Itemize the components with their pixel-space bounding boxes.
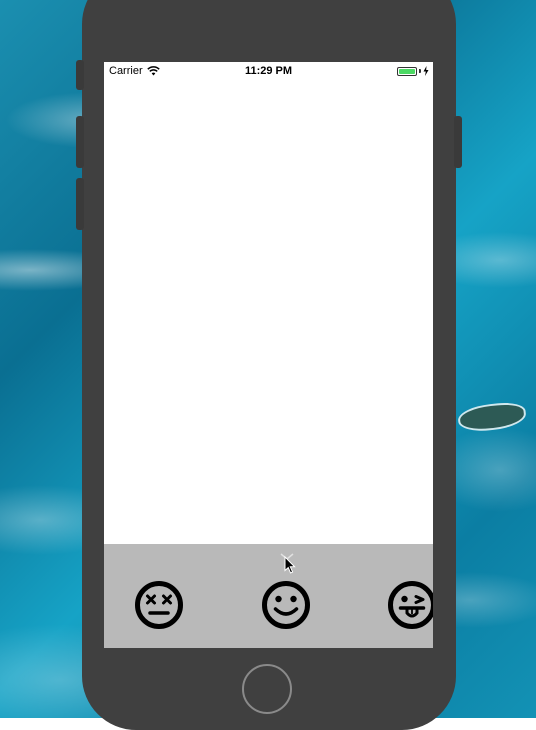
battery-icon: [397, 66, 417, 76]
power-button[interactable]: [454, 116, 462, 168]
status-time: 11:29 PM: [244, 65, 293, 77]
home-button[interactable]: [242, 664, 292, 714]
smiling-face-icon[interactable]: [261, 580, 311, 630]
volume-up-button[interactable]: [76, 116, 84, 168]
status-bar: Carrier 11:29 PM: [104, 62, 433, 82]
volume-down-button[interactable]: [76, 178, 84, 230]
battery-level-fill: [399, 68, 415, 74]
mute-switch[interactable]: [76, 60, 84, 90]
battery-tip: [419, 69, 421, 73]
emoji-bottom-panel[interactable]: [104, 544, 433, 648]
dizzy-face-icon[interactable]: [134, 580, 184, 630]
tongue-out-face-icon[interactable]: [387, 580, 433, 630]
mouse-cursor-icon: [284, 556, 296, 574]
wallpaper-island: [456, 400, 528, 434]
charging-bolt-icon: [423, 66, 429, 76]
battery-indicator: [397, 66, 429, 76]
device-screen: Carrier 11:29 PM: [104, 62, 433, 648]
